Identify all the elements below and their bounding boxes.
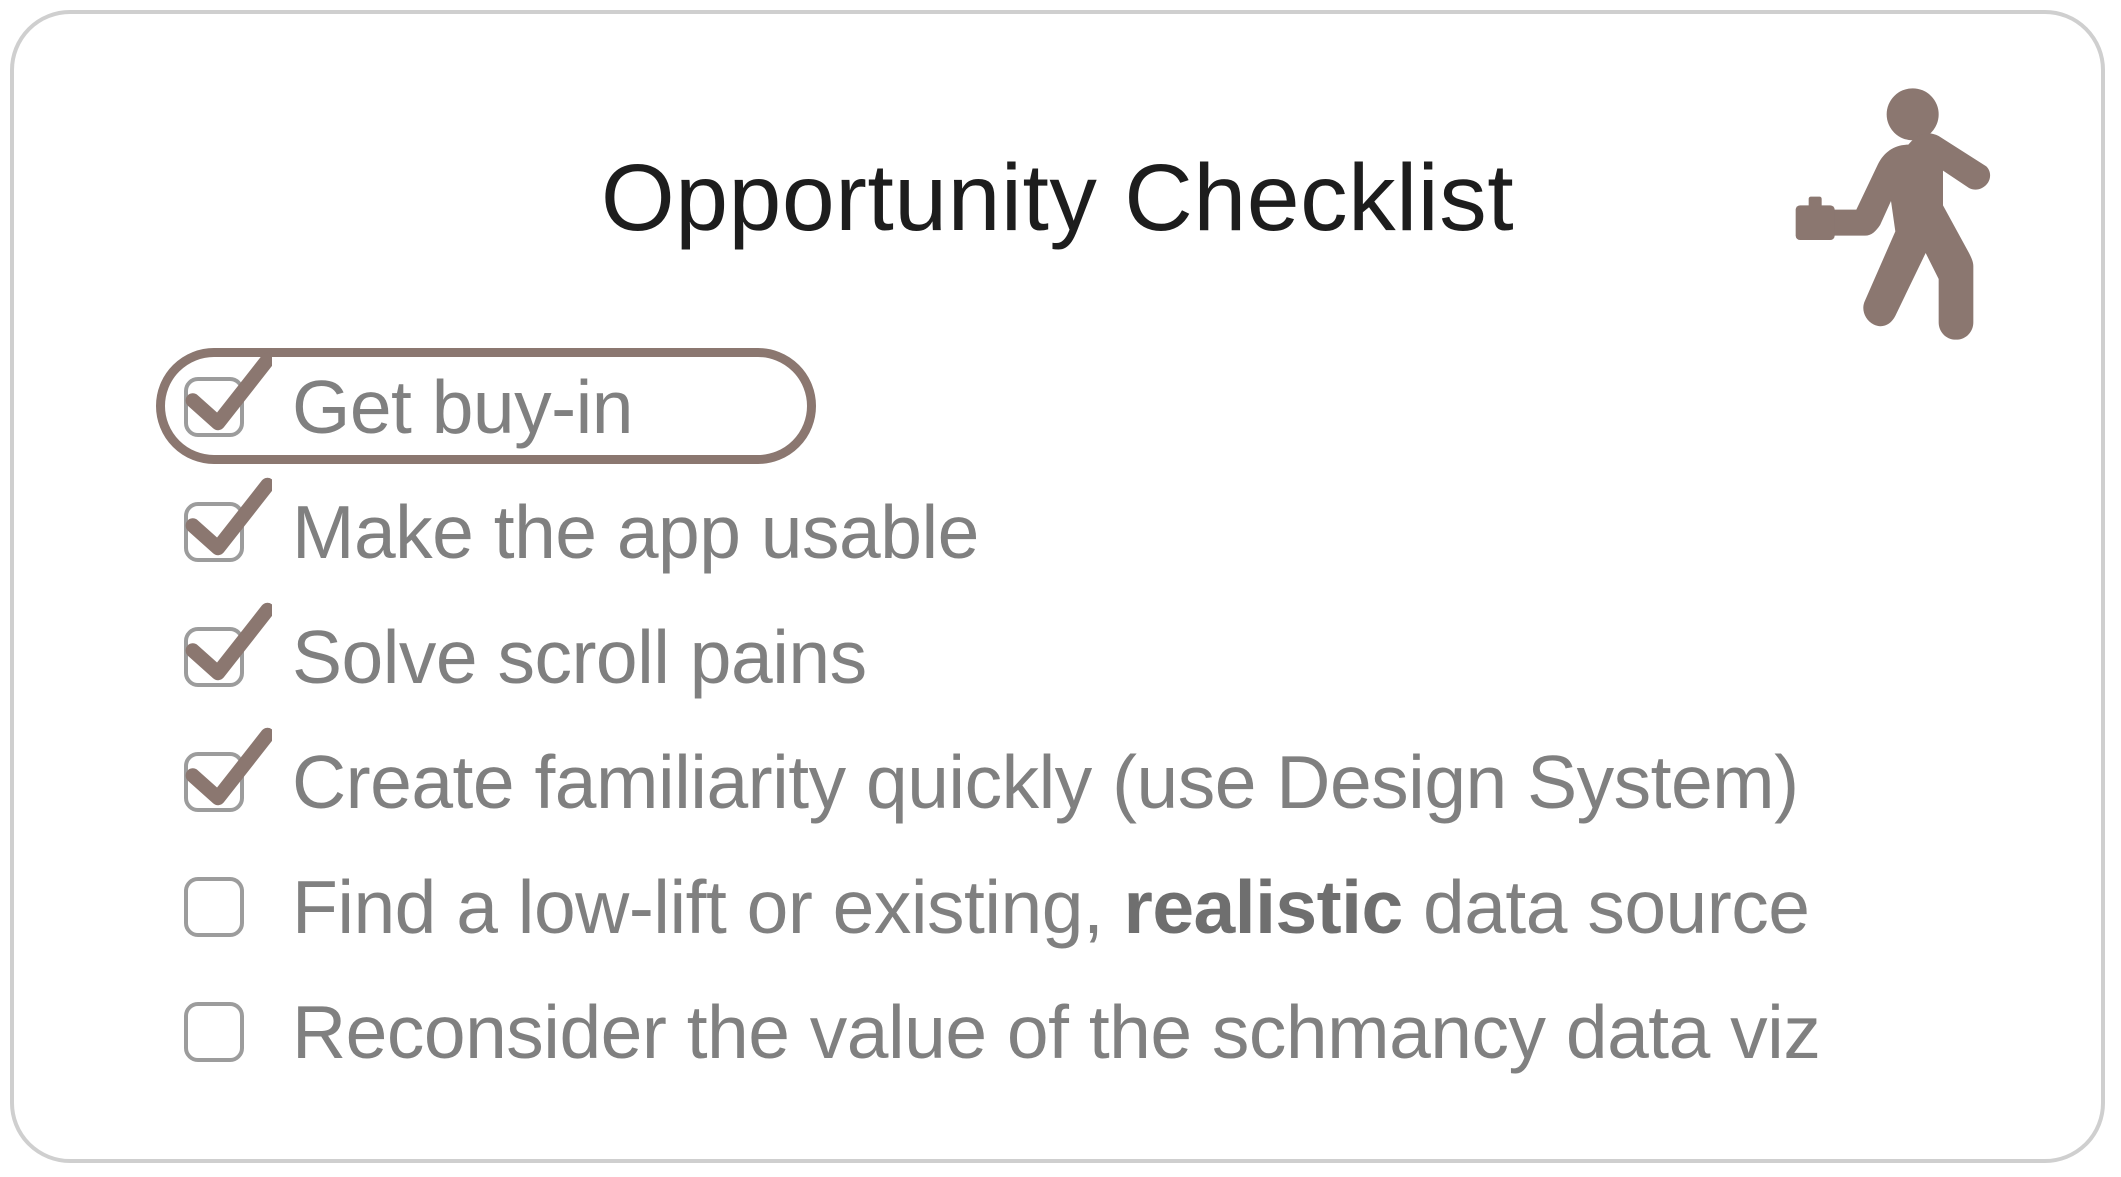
slide-card: Opportunity Checklist Get buy-inMake the…	[10, 10, 2105, 1163]
checkbox	[184, 877, 244, 937]
checklist-item-label: Solve scroll pains	[292, 614, 867, 700]
checkbox	[184, 377, 244, 437]
checklist-item: Make the app usable	[184, 469, 1984, 594]
checkmark-icon	[182, 726, 272, 816]
checklist-item-label: Find a low-lift or existing, realistic d…	[292, 864, 1809, 950]
checkbox	[184, 1002, 244, 1062]
checklist-item: Find a low-lift or existing, realistic d…	[184, 844, 1984, 969]
walking-businessperson-icon	[1781, 84, 2001, 344]
checklist-item-label: Make the app usable	[292, 489, 979, 575]
checklist-item-label: Create familiarity quickly (use Design S…	[292, 739, 1799, 825]
checklist-item-label: Reconsider the value of the schmancy dat…	[292, 989, 1820, 1075]
checkbox	[184, 502, 244, 562]
checklist-item-label: Get buy-in	[292, 364, 633, 450]
checkbox	[184, 627, 244, 687]
checkbox	[184, 752, 244, 812]
checkmark-icon	[182, 351, 272, 441]
checklist-item: Get buy-in	[184, 344, 1984, 469]
checklist-item: Solve scroll pains	[184, 594, 1984, 719]
checkmark-icon	[182, 601, 272, 691]
checklist-item: Reconsider the value of the schmancy dat…	[184, 969, 1984, 1094]
checklist-item: Create familiarity quickly (use Design S…	[184, 719, 1984, 844]
checklist: Get buy-in Make the app usable Solve scrol…	[184, 344, 1984, 1094]
checkmark-icon	[182, 476, 272, 566]
